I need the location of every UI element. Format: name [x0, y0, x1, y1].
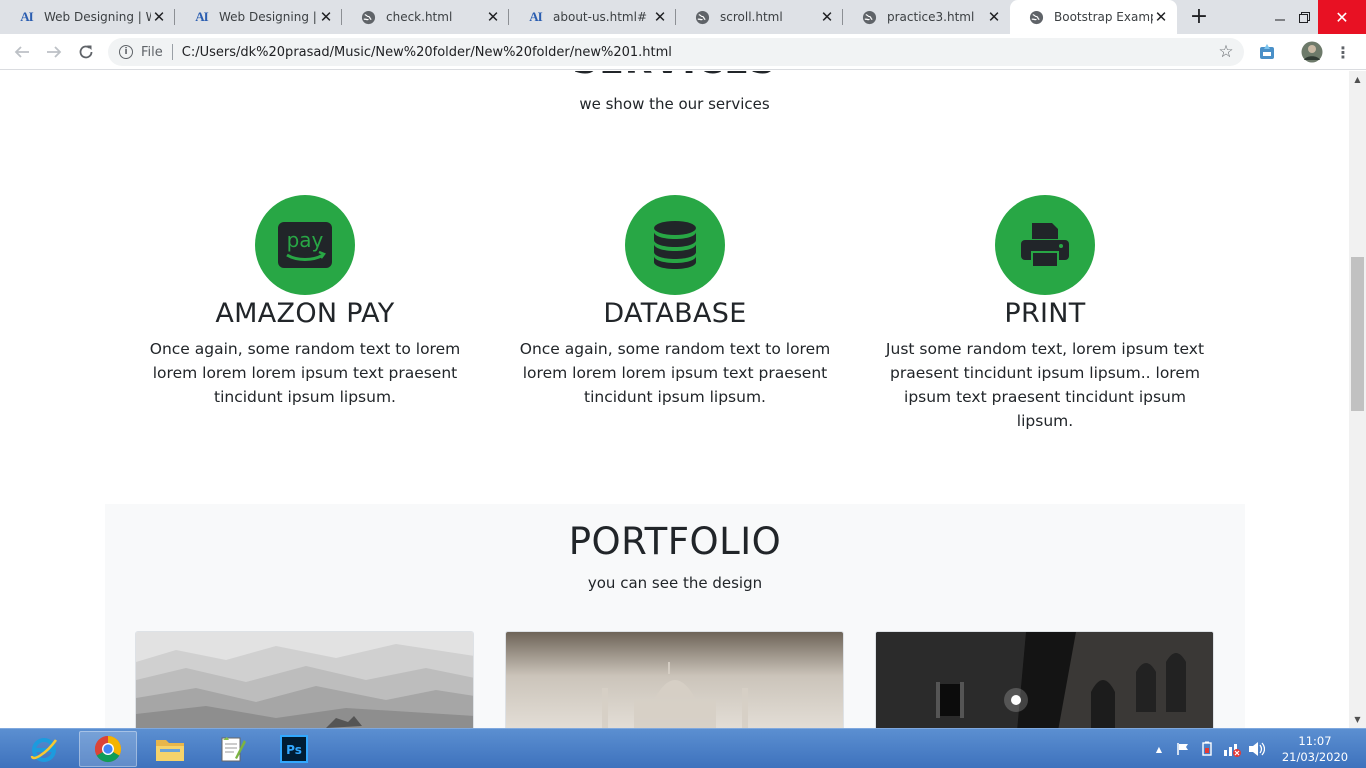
- notepad-plus-plus-icon[interactable]: [203, 731, 261, 767]
- browser-toolbar: i File C:/Users/dk%20prasad/Music/New%20…: [0, 34, 1366, 70]
- browser-tab[interactable]: check.html ✕: [342, 0, 509, 34]
- night-street-image[interactable]: [875, 631, 1214, 728]
- close-tab-icon[interactable]: ✕: [151, 8, 167, 26]
- close-tab-icon[interactable]: ✕: [485, 8, 501, 26]
- close-tab-icon[interactable]: ✕: [986, 8, 1002, 26]
- close-tab-icon[interactable]: ✕: [652, 8, 668, 26]
- tab-title: practice3.html: [887, 10, 975, 24]
- browser-tab[interactable]: AI Web Designing | W ✕: [175, 0, 342, 34]
- portfolio-section: PORTFOLIO you can see the design: [105, 504, 1245, 728]
- power-battery-icon[interactable]: [1198, 729, 1218, 768]
- profile-avatar[interactable]: [1301, 41, 1323, 63]
- service-card-database: DATABASE Once again, some random text to…: [505, 195, 845, 409]
- network-disconnected-icon[interactable]: [1222, 729, 1242, 768]
- globe-icon: [360, 9, 377, 26]
- site-info-icon[interactable]: i: [119, 45, 133, 59]
- browser-tab[interactable]: AI Web Designing | W ✕: [0, 0, 175, 34]
- clock-time: 11:07: [1298, 734, 1332, 748]
- close-window-icon[interactable]: ✕: [1318, 0, 1366, 34]
- service-title: DATABASE: [603, 298, 747, 329]
- tab-title: Web Designing | W: [219, 10, 318, 24]
- scrollbar-thumb[interactable]: [1351, 257, 1364, 411]
- browser-tab[interactable]: practice3.html ✕: [843, 0, 1010, 34]
- service-title: AMAZON PAY: [215, 298, 395, 329]
- chrome-icon[interactable]: [79, 731, 137, 767]
- bookmark-star-icon[interactable]: ☆: [1212, 42, 1240, 62]
- globe-icon: [1028, 9, 1045, 26]
- photoshop-icon[interactable]: Ps: [265, 731, 323, 767]
- service-text: Once again, some random text to lorem lo…: [519, 340, 831, 406]
- tab-title: Bootstrap Example: [1054, 10, 1153, 24]
- page-viewport: SERVICES we show the our services pay AM…: [0, 71, 1349, 728]
- extension-icon[interactable]: [1256, 41, 1278, 63]
- service-title: PRINT: [1004, 298, 1086, 329]
- service-text: Just some random text, lorem ipsum text …: [885, 340, 1205, 430]
- scroll-up-icon[interactable]: ▲: [1349, 71, 1366, 88]
- clock-date: 21/03/2020: [1281, 750, 1349, 764]
- internet-explorer-icon[interactable]: [15, 731, 73, 767]
- browser-tab[interactable]: AI about-us.html# ✕: [509, 0, 676, 34]
- site-logo-icon: AI: [529, 9, 542, 24]
- close-tab-icon[interactable]: ✕: [318, 8, 334, 26]
- browser-tab[interactable]: scroll.html ✕: [676, 0, 843, 34]
- service-text: Once again, some random text to lorem lo…: [149, 340, 461, 406]
- file-explorer-icon[interactable]: [141, 731, 199, 767]
- services-heading: SERVICES: [0, 71, 1349, 82]
- service-card-amazon-pay: pay AMAZON PAY Once again, some random t…: [135, 195, 475, 409]
- tab-strip: AI Web Designing | W ✕ AI Web Designing …: [0, 0, 1366, 34]
- service-card-print: PRINT Just some random text, lorem ipsum…: [875, 195, 1215, 433]
- new-tab-icon[interactable]: +: [1188, 6, 1210, 29]
- print-icon: [995, 195, 1095, 295]
- action-center-flag-icon[interactable]: [1174, 729, 1192, 768]
- close-tab-icon[interactable]: ✕: [819, 8, 835, 26]
- back-arrow-icon[interactable]: [9, 39, 35, 65]
- reload-icon[interactable]: [73, 39, 99, 65]
- page-scrollbar[interactable]: ▲ ▼: [1349, 71, 1366, 728]
- svg-text:Ps: Ps: [286, 743, 302, 757]
- globe-icon: [694, 9, 711, 26]
- mountains-image[interactable]: [135, 631, 474, 728]
- tab-title: Web Designing | W: [44, 10, 151, 24]
- windows-taskbar: Ps ▲ 11:07 21/03/2020: [0, 728, 1366, 768]
- close-tab-icon[interactable]: ✕: [1153, 8, 1169, 26]
- show-hidden-icons-icon[interactable]: ▲: [1152, 729, 1166, 768]
- scroll-down-icon[interactable]: ▼: [1349, 711, 1366, 728]
- tab-title: check.html: [386, 10, 453, 24]
- system-clock[interactable]: 11:07 21/03/2020: [1270, 733, 1360, 765]
- database-icon: [625, 195, 725, 295]
- address-bar[interactable]: i File C:/Users/dk%20prasad/Music/New%20…: [108, 38, 1244, 66]
- browser-tab-active[interactable]: Bootstrap Example ✕: [1010, 0, 1177, 34]
- volume-icon[interactable]: [1246, 729, 1266, 768]
- site-logo-icon: AI: [20, 9, 33, 24]
- forward-arrow-icon[interactable]: [41, 39, 67, 65]
- services-subtitle: we show the our services: [579, 95, 770, 113]
- minimize-icon[interactable]: [1268, 0, 1292, 34]
- url-text[interactable]: C:/Users/dk%20prasad/Music/New%20folder/…: [182, 45, 1212, 60]
- scheme-label: File: [141, 44, 163, 60]
- restore-icon[interactable]: [1292, 0, 1316, 34]
- amazon-pay-icon: pay: [255, 195, 355, 295]
- portfolio-subtitle: you can see the design: [587, 574, 763, 592]
- site-logo-icon: AI: [195, 9, 208, 24]
- menu-kebab-icon[interactable]: ⋮: [1332, 41, 1354, 63]
- tab-title: about-us.html#: [553, 10, 648, 24]
- pay-glyph: pay: [287, 228, 324, 252]
- taj-mahal-image[interactable]: [505, 631, 844, 728]
- portfolio-heading: PORTFOLIO: [568, 520, 782, 563]
- globe-icon: [861, 9, 878, 26]
- tab-title: scroll.html: [720, 10, 783, 24]
